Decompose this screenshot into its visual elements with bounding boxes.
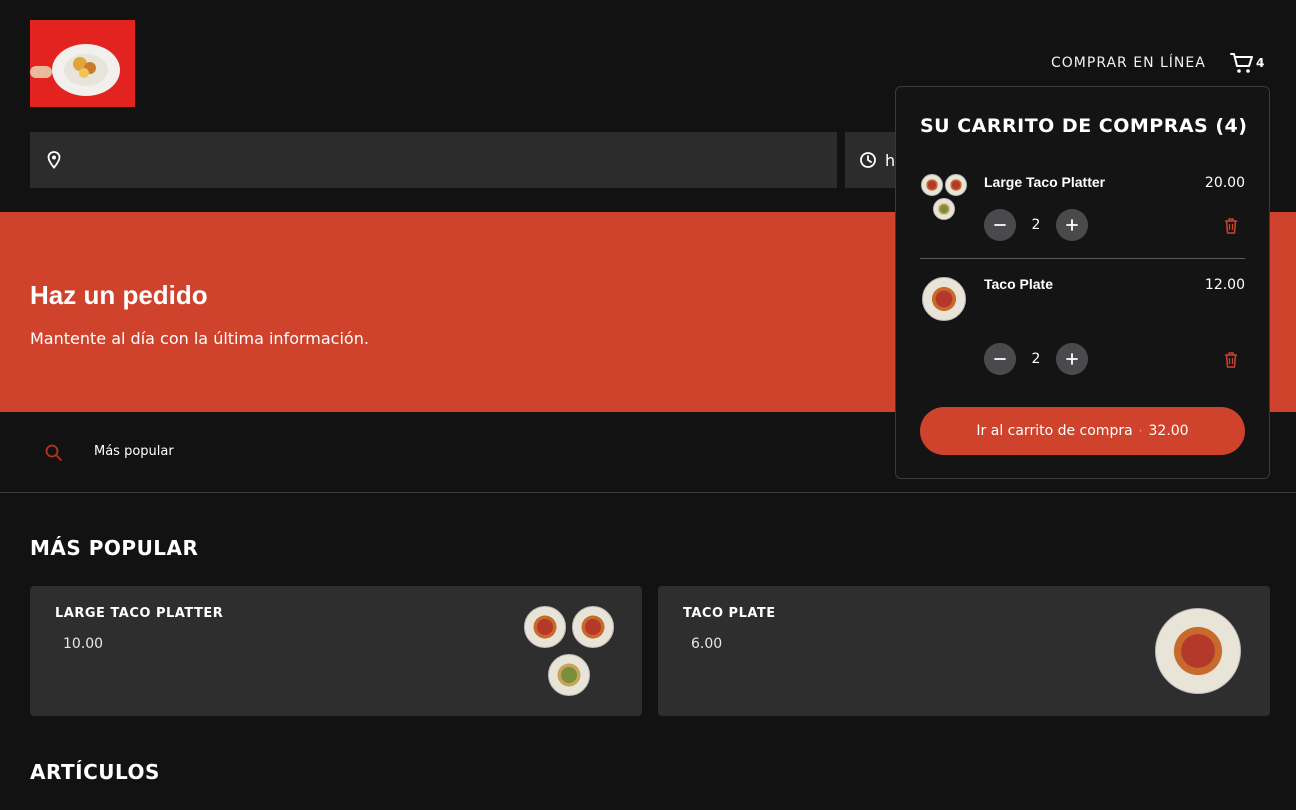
cart-button[interactable]: 4 (1230, 50, 1270, 76)
remove-item-button[interactable] (1223, 351, 1239, 369)
checkout-separator: · (1138, 424, 1143, 438)
menu-item-card[interactable]: Large Taco Platter 10.00 (30, 586, 642, 716)
menu-item-price: 6.00 (691, 636, 723, 652)
time-value: h (885, 150, 896, 170)
remove-item-button[interactable] (1223, 217, 1239, 235)
menu-item-name: Large Taco Platter (55, 606, 224, 621)
menu-item-image (524, 606, 566, 648)
cart-item-image (921, 174, 943, 196)
trash-icon (1225, 352, 1237, 368)
cart-item-name: Large Taco Platter (984, 174, 1106, 190)
cart-item-price: 12.00 (1204, 277, 1245, 293)
decrease-quantity-button[interactable] (984, 343, 1016, 375)
cart-item-divider (920, 258, 1245, 259)
shop-online-link[interactable]: COMPRAR EN LÍNEA (1051, 55, 1206, 71)
cart-item-image (933, 198, 955, 220)
plus-icon (1066, 353, 1078, 365)
cart-item-image (922, 277, 966, 321)
cart-count: 4 (1256, 56, 1265, 70)
minus-icon (994, 358, 1006, 360)
cart-item-image (945, 174, 967, 196)
checkout-label: Ir al carrito de compra (976, 423, 1133, 439)
menu-item-price: 10.00 (63, 636, 104, 652)
cart-title: Su carrito de compras (4) (920, 115, 1248, 137)
checkout-total: 32.00 (1148, 423, 1189, 439)
cart-icon (1230, 53, 1253, 73)
cart-item-price: 20.00 (1204, 175, 1245, 191)
menu-item-image (548, 654, 590, 696)
cart-item-quantity: 2 (1031, 351, 1041, 367)
hero-title: Haz un pedido (30, 280, 208, 310)
decrease-quantity-button[interactable] (984, 209, 1016, 241)
cart-item-name: Taco Plate (984, 276, 1053, 292)
increase-quantity-button[interactable] (1056, 209, 1088, 241)
plus-icon (1066, 219, 1078, 231)
articles-section-title: Artículos (30, 760, 160, 784)
location-field[interactable] (30, 132, 837, 188)
restaurant-logo[interactable] (30, 20, 135, 107)
search-icon (45, 444, 62, 461)
minus-icon (994, 224, 1006, 226)
location-pin-icon (47, 151, 61, 169)
go-to-cart-button[interactable]: Ir al carrito de compra · 32.00 (920, 407, 1245, 455)
cart-popover: Su carrito de compras (4) Large Taco Pla… (895, 86, 1270, 479)
menu-item-image (572, 606, 614, 648)
popular-section-title: Más popular (30, 536, 199, 560)
category-divider (0, 492, 1296, 493)
cart-item-quantity: 2 (1031, 217, 1041, 233)
hero-subtitle: Mantente al día con la última informació… (30, 329, 369, 348)
menu-item-image (1155, 608, 1241, 694)
category-search-button[interactable] (44, 443, 64, 463)
menu-item-name: Taco Plate (683, 606, 776, 621)
logo-image (30, 20, 135, 107)
increase-quantity-button[interactable] (1056, 343, 1088, 375)
category-tab-popular[interactable]: Más popular (94, 444, 174, 459)
trash-icon (1225, 218, 1237, 234)
clock-icon (860, 152, 876, 168)
menu-item-card[interactable]: Taco Plate 6.00 (658, 586, 1270, 716)
